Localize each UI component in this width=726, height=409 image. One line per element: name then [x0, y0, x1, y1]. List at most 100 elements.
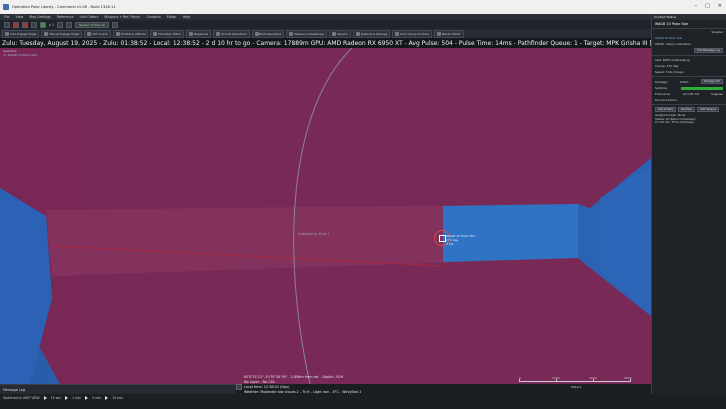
class-type: WAGB - Heavy Icebreaker	[655, 42, 691, 46]
open-water-channel	[443, 204, 578, 262]
sensors-button[interactable]: Sensors	[329, 29, 351, 38]
throttle-button[interactable]: Throttle & Altitude	[112, 29, 149, 38]
bottom-status-bar: Switched to UNIT VIEW 15 sec 1 min 5 min…	[0, 394, 726, 401]
divider	[652, 55, 726, 56]
cursor-info: N70°21'12", E170°34'39" - 2,856m from re…	[244, 375, 361, 395]
manual-engage-button[interactable]: Manual Engage Target	[41, 29, 83, 38]
play-icon[interactable]	[85, 395, 89, 400]
fuel-row: Fuel and Ammo	[652, 97, 726, 103]
maximize-button[interactable]: □	[705, 3, 710, 9]
systems-label: Systems:	[655, 86, 668, 90]
damage-value: 0.00%	[679, 79, 689, 84]
aircraft-icon	[216, 31, 221, 36]
time-underway: 0 h 00 min: Time Underway	[655, 120, 694, 125]
tactical-map[interactable]	[0, 48, 651, 384]
scale-line	[519, 381, 631, 382]
scale-label: 1000	[552, 376, 560, 380]
app-logo-icon	[3, 4, 9, 10]
pause-icon[interactable]	[31, 21, 37, 28]
panel-button-row: Unit Orders Doctrine Unit Sensors	[652, 106, 726, 113]
class-link[interactable]: WAGB 10 Polar Star	[655, 36, 682, 40]
expand-log-icon[interactable]	[236, 384, 242, 390]
side-text: Side: NATO (Icebreaking)	[655, 58, 690, 62]
doctrine-button[interactable]: Unit / Group Doctrine	[392, 29, 432, 38]
scale-units: Meters	[571, 385, 582, 389]
menu-contacts[interactable]: Contacts	[146, 15, 161, 19]
menu-help[interactable]: Help	[183, 15, 191, 19]
selected-unit[interactable]: 1x WAGB 10 Polar Star	[3, 53, 37, 57]
speed-selector[interactable]: Speed: Follow 2X	[75, 21, 109, 28]
unit-status-panel: Contact Status WAGB 10 Polar Star Singul…	[651, 14, 726, 394]
plot-course-button[interactable]: Plot Course	[84, 29, 111, 38]
magazines-button[interactable]: Magazines	[185, 29, 212, 38]
magazine-icon	[188, 31, 193, 36]
window-controls: – □ ✕	[695, 3, 722, 9]
panel-unit-name: WAGB 10 Polar Star	[655, 22, 689, 26]
fast-forward-icon[interactable]	[66, 21, 73, 28]
alert-icon[interactable]	[13, 21, 19, 28]
scale-label: 0	[519, 376, 521, 380]
play-icon[interactable]	[105, 395, 109, 400]
doctrine-icon	[395, 31, 400, 36]
target-icon	[5, 31, 9, 36]
scale-label: 2000	[589, 376, 597, 380]
supplies-label: Supplies	[711, 92, 723, 96]
weapons-button[interactable]: Weapons & Readiness	[286, 29, 328, 38]
radar-icon	[332, 31, 337, 36]
step-icon[interactable]	[57, 21, 64, 28]
damage-label: Damage:	[655, 79, 668, 84]
record-icon[interactable]	[22, 21, 28, 28]
sim-status-line: Zulu: Tuesday, August 19, 2025 - Zulu: 0…	[0, 38, 651, 48]
aircraft-ops-button[interactable]: Aircraft Operations	[213, 29, 250, 38]
mission-editor-button[interactable]: Mission Editor	[433, 29, 464, 38]
play-icon[interactable]	[40, 21, 46, 28]
unit-message-log-button[interactable]: Unit Message Log	[694, 48, 723, 53]
view-mode-text: Switched to UNIT VIEW	[3, 395, 40, 400]
unit-sensors-button[interactable]: Unit Sensors	[696, 107, 720, 112]
menu-map-settings[interactable]: Map Settings	[29, 15, 51, 19]
sim-toolbar: x 1 Speed: Follow 2X	[0, 20, 651, 29]
panel-unit-side: Singular	[711, 30, 723, 34]
boat-icon	[254, 31, 259, 36]
doctrine-button[interactable]: Doctrine	[677, 107, 695, 112]
divider	[652, 76, 726, 77]
time-step-15m[interactable]: 15 min	[112, 396, 123, 400]
divider	[652, 104, 726, 105]
menu-unit-orders[interactable]: Unit Orders	[80, 15, 99, 19]
play-icon[interactable]	[65, 395, 69, 400]
unit-map-label: WAGB 10 Polar Star 272 deg 3 kts	[446, 234, 475, 246]
boat-ops-button[interactable]: Boat Operations	[251, 29, 285, 38]
menu-editor[interactable]: Editor	[167, 15, 177, 19]
unit-map-speed: 3 kts	[446, 242, 454, 246]
time-step-15s[interactable]: 15 sec	[51, 396, 61, 400]
menu-reference[interactable]: Reference	[57, 15, 74, 19]
course-text: Course: 272 deg	[655, 64, 679, 68]
time-step-1m[interactable]: 1 min	[72, 396, 81, 400]
throttle-icon	[115, 31, 120, 36]
map-canvas[interactable]	[0, 48, 651, 384]
menu-file[interactable]: File	[4, 15, 10, 19]
time-step-5m[interactable]: 5 min	[92, 396, 101, 400]
panel-log-row: Unit Message Log	[652, 47, 726, 54]
course-icon	[87, 31, 92, 36]
menu-missions[interactable]: Missions + Ref. Points	[104, 15, 140, 19]
minimize-button[interactable]: –	[695, 3, 698, 9]
panel-unit-title: WAGB 10 Polar Star	[652, 20, 726, 29]
menu-view[interactable]: View	[16, 15, 24, 19]
message-log-title: Message Log	[3, 388, 25, 392]
damage-control-button[interactable]: Damage Ctrl	[700, 79, 723, 84]
unit-orders-button[interactable]: Unit Orders	[655, 107, 676, 112]
unit-actions-toolbar: Auto Engage Target Manual Engage Target …	[0, 29, 651, 38]
systems-button[interactable]: Systems & Damage	[352, 29, 391, 38]
damage-row: Damage: 0.00% Damage Ctrl	[652, 78, 726, 85]
map-scale-bar: 0 1000 2000 3000 Meters	[519, 376, 632, 390]
play-icon[interactable]	[43, 395, 47, 400]
settings-icon[interactable]	[4, 21, 10, 28]
gear-icon[interactable]	[111, 21, 118, 28]
message-log-panel[interactable]: Message Log	[0, 384, 236, 394]
weapons-icon	[289, 31, 294, 36]
close-button[interactable]: ✕	[718, 3, 722, 9]
auto-engage-button[interactable]: Auto Engage Target	[2, 29, 40, 38]
zone-label: Icebreaking Zone 1	[298, 232, 330, 236]
formation-button[interactable]: Formation Editor	[150, 29, 184, 38]
